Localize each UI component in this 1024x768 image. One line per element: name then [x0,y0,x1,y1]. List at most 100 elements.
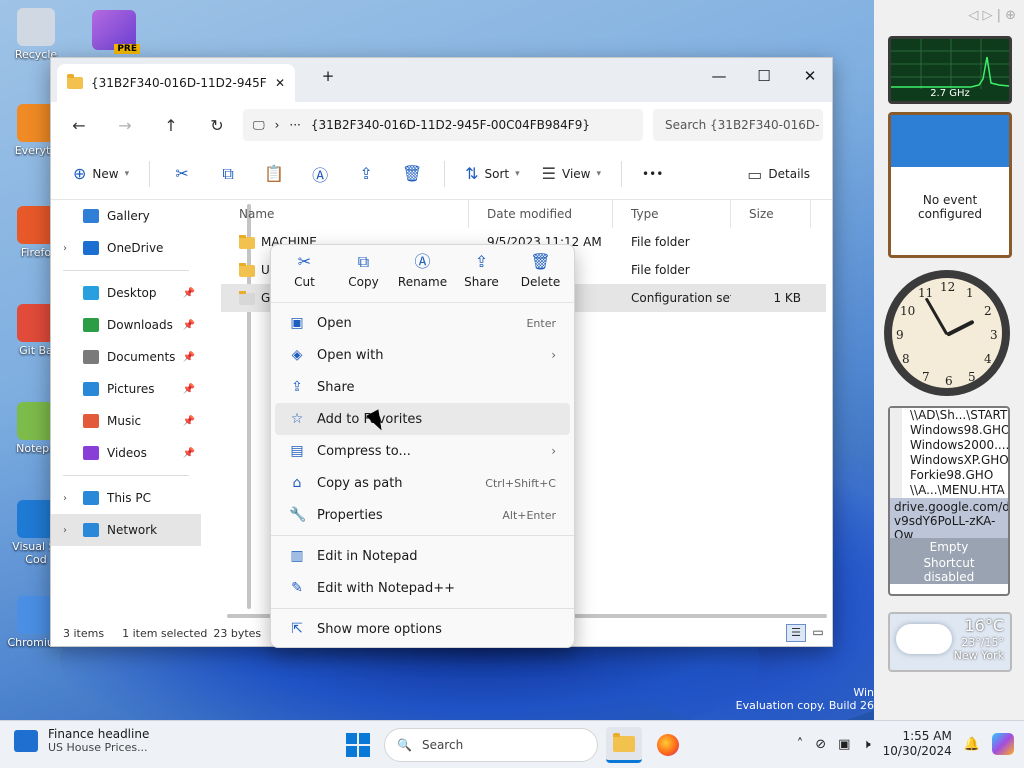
refresh-icon[interactable]: ↻ [197,116,237,135]
rename-button[interactable]: Ⓐ [300,158,340,190]
menu-item-add-to-favorites[interactable]: ☆ Add to Favorites [275,403,570,435]
sidebar-item-music[interactable]: Music 📌 [51,405,201,437]
cut-button[interactable]: ✂ [162,158,202,190]
chevron-right-icon[interactable]: › [63,493,67,504]
menu-item-label: Properties [317,507,383,523]
column-header-size[interactable]: Size [731,200,811,228]
sort-button[interactable]: ⇅ Sort ▾ [457,158,528,190]
menu-item-compress-to[interactable]: ▤ Compress to... › [275,435,570,467]
sidebar-item-gallery[interactable]: Gallery [51,200,201,232]
sidebar-item-desktop[interactable]: Desktop 📌 [51,277,201,309]
details-label: Details [768,167,810,181]
column-header-name[interactable]: Name [221,200,469,228]
close-button[interactable]: ✕ [787,62,833,90]
menu-item-open[interactable]: ▣ Open Enter [275,307,570,339]
address-bar[interactable]: 🖵 › ··· {31B2F340-016D-11D2-945F-00C04FB… [243,109,643,141]
weather-gadget[interactable]: 16°C 23°/15° New York [888,612,1012,672]
notification-bell-icon[interactable]: 🔔 [964,737,980,752]
news-widget[interactable]: Finance headline US House Prices... [14,727,149,754]
paste-button[interactable]: 📋 [254,158,294,190]
new-button[interactable]: ⊕ New ▾ [65,158,137,190]
chevron-right-icon[interactable]: › [63,243,67,254]
maximize-button[interactable]: ☐ [741,62,787,90]
context-rename-button[interactable]: Ⓐ Rename [394,251,452,302]
desktop-icon[interactable]: Recycle [4,8,68,61]
menu-item-edit-in-notepad[interactable]: ▥ Edit in Notepad [275,540,570,572]
nav-item-icon [83,523,99,537]
file-explorer-taskbar-button[interactable] [606,727,642,763]
gadget-file-item[interactable]: Windows98.GHO [890,423,1008,438]
menu-item-properties[interactable]: 🔧 Properties Alt+Enter [275,499,570,531]
up-arrow-icon[interactable]: ↑ [151,116,191,135]
address-more-button[interactable]: ··· [289,118,300,132]
sidebar-controls[interactable]: ◁ ▷ | ⊕ [874,0,1024,32]
gadget-file-item[interactable]: WindowsXP.GHO [890,453,1008,468]
cell-type-text: Configuration sett... [631,291,731,305]
details-button[interactable]: ▭ Details [739,158,818,190]
menu-item-edit-with-notepad++[interactable]: ✎ Edit with Notepad++ [275,572,570,604]
pre-app-icon[interactable]: PRE [92,10,140,54]
view-button[interactable]: ☰ View ▾ [534,158,609,190]
taskbar-search[interactable]: 🔍 Search [384,728,598,762]
chevron-right-icon[interactable]: › [63,525,67,536]
tiles-view-icon[interactable]: ▭ [810,624,826,642]
close-tab-icon[interactable]: ✕ [275,76,285,90]
minimize-button[interactable]: — [696,62,742,90]
copy-button[interactable]: ⧉ [208,158,248,190]
search-input[interactable]: Search {31B2F340-016D- [653,109,823,141]
drive-link[interactable]: drive.google.com/drive/folders/15ML v9sd… [890,498,1008,538]
start-button[interactable] [340,727,376,763]
calendar-gadget[interactable]: No event configured [888,112,1012,258]
cpu-meter-gadget[interactable]: 2.7 GHz [888,36,1012,104]
forward-arrow-icon[interactable]: → [105,116,145,135]
menu-item-icon: ▤ [290,443,304,459]
context-delete-button[interactable]: 🗑 Delete [512,251,570,302]
display-icon[interactable]: ▣ [838,737,850,752]
copilot-icon[interactable] [992,733,1014,755]
gadget-file-item[interactable]: \\AD\Sh...\START [890,408,1008,423]
cell-size-text: 1 KB [773,291,801,305]
context-share-button[interactable]: ⇪ Share [453,251,511,302]
details-view-icon[interactable]: ☰ [786,624,806,642]
file-list-gadget[interactable]: \\AD\Sh...\START Windows98.GHO Windows2000… [888,406,1010,596]
taskbar-clock[interactable]: 1:55 AM 10/30/2024 [883,729,952,759]
menu-item-open-with[interactable]: ◈ Open with › [275,339,570,371]
sidebar-item-downloads[interactable]: Downloads 📌 [51,309,201,341]
chevron-right-icon[interactable]: › [275,118,280,132]
sidebar-item-this-pc[interactable]: › This PC [51,482,201,514]
new-tab-button[interactable]: + [305,62,351,90]
menu-item-icon: ◈ [291,347,303,363]
sidebar-item-videos[interactable]: Videos 📌 [51,437,201,469]
chevron-up-icon[interactable]: ˄ [797,737,804,752]
column-header-type[interactable]: Type [613,200,731,228]
sidebar-item-onedrive[interactable]: › OneDrive [51,232,201,264]
gadget-file-item[interactable]: \\A...\MENU.HTA [890,483,1008,498]
back-arrow-icon[interactable]: ← [59,116,99,135]
news-title: Finance headline [48,727,150,741]
hour-hand [946,319,975,337]
analog-clock-gadget[interactable]: 12 3 6 9 1 2 4 5 7 8 10 11 [884,270,1010,396]
firefox-taskbar-button[interactable] [650,727,686,763]
sidebar-item-pictures[interactable]: Pictures 📌 [51,373,201,405]
gadget-file-item[interactable]: Forkie98.GHO [890,468,1008,483]
more-options-button[interactable]: ••• [634,158,671,190]
explorer-tab[interactable]: {31B2F340-016D-11D2-945F-0C ✕ [57,64,295,102]
sidebar-item-documents[interactable]: Documents 📌 [51,341,201,373]
sidebar-item-network[interactable]: › Network [51,514,201,546]
context-cut-button[interactable]: ✂ Cut [276,251,334,302]
sound-icon[interactable]: 🕨 [862,737,870,752]
chevron-right-icon: › [551,348,556,362]
menu-item-share[interactable]: ⇪ Share [275,371,570,403]
show-more-options-item[interactable]: ⇱ Show more options [275,613,570,645]
context-action-label: Rename [397,275,448,289]
menu-item-icon: ☆ [290,411,304,427]
network-icon[interactable]: ⊘ [815,737,826,752]
delete-button[interactable]: 🗑 [392,158,432,190]
column-header-date-modified[interactable]: Date modified [469,200,613,228]
pin-icon: 📌 [182,351,195,363]
menu-item-copy-as-path[interactable]: ⌂ Copy as path Ctrl+Shift+C [275,467,570,499]
context-copy-button[interactable]: ⧉ Copy [335,251,393,302]
share-button[interactable]: ⇪ [346,158,386,190]
clock-date: 10/30/2024 [882,744,952,758]
gadget-file-item[interactable]: Windows2000.... [890,438,1008,453]
